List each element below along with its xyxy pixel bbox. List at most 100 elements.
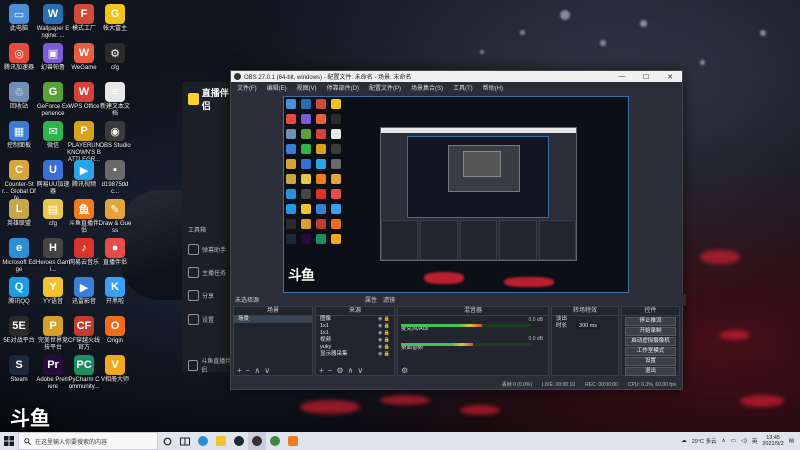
desktop-icon[interactable]: ▦ 控制面板 xyxy=(2,121,36,150)
desktop-icon[interactable]: 鱼斗鱼直播伴侣 xyxy=(67,199,101,235)
desktop-icon[interactable]: V V相册大师 xyxy=(98,355,132,384)
transition-duration[interactable]: 时长 300 ms xyxy=(552,323,618,330)
desktop-icon[interactable]: ▭ 此电脑 xyxy=(2,4,36,33)
menu-help[interactable]: 帮助(H) xyxy=(483,83,503,92)
desktop-icon[interactable]: PC PyCharm Community... xyxy=(67,355,101,391)
desktop-icon[interactable]: ✉ 微信 xyxy=(36,121,70,150)
weather-text[interactable]: 29°C 多云 xyxy=(692,437,717,445)
desktop-icon[interactable]: G 帐大富主 xyxy=(98,4,132,33)
remove-scene-button[interactable]: − xyxy=(246,366,251,375)
task-view-button[interactable] xyxy=(176,432,194,450)
close-button[interactable]: ✕ xyxy=(658,73,682,81)
mixer-channel-desktop[interactable]: 桌面音频 0.0 dB xyxy=(401,336,545,354)
desktop-icon[interactable]: e Microsoft Edge xyxy=(2,238,36,274)
menu-view[interactable]: 视图(V) xyxy=(297,83,317,92)
visibility-lock-icons[interactable]: ◉ 🔒 xyxy=(378,337,390,344)
source-item[interactable]: 1x1 ◉ 🔒 xyxy=(316,323,394,330)
desktop-icon[interactable]: PPLAYERUNKNOWN'S BATTLEGR... xyxy=(67,121,101,164)
desktop-icon[interactable]: K 开黑啦 xyxy=(98,277,132,306)
menu-profile[interactable]: 配置文件(P) xyxy=(369,83,401,92)
sources-dock[interactable]: 来源 图像 ◉ 🔒 1x1 ◉ 🔒 1x1 ◉ 🔒 视频 ◉ 🔒 yuky ◉ 🔒 显示器采集 ◉ 🔒… xyxy=(315,306,395,376)
maximize-button[interactable]: ☐ xyxy=(634,73,658,81)
source-item[interactable]: 1x1 ◉ 🔒 xyxy=(316,330,394,337)
visibility-lock-icons[interactable]: ◉ 🔒 xyxy=(378,351,390,358)
scenes-dock[interactable]: 场景 场景 + − ∧ ∨ xyxy=(233,306,313,376)
taskbar-search[interactable]: 在这里输入你要搜索的内容 xyxy=(18,432,158,450)
mixer-dock[interactable]: 混音器 麦克风/Aux 0.0 dB 桌面音频 0.0 dB ⚙ xyxy=(397,306,549,376)
desktop-icon[interactable]: ♪ 网易云音乐 xyxy=(67,238,101,267)
minimize-button[interactable]: — xyxy=(610,73,634,81)
control-button[interactable]: 退出 xyxy=(625,367,676,376)
desktop-icon[interactable]: P 完美世界竞技平台 xyxy=(36,316,70,352)
visibility-lock-icons[interactable]: ◉ 🔒 xyxy=(378,323,390,330)
add-scene-button[interactable]: + xyxy=(237,366,242,375)
controls-dock[interactable]: 控件 停止推流 开始录制 启动虚拟摄像机 工作室模式 设置 退出 xyxy=(621,306,680,376)
visibility-lock-icons[interactable]: ◉ 🔒 xyxy=(378,316,390,323)
control-button[interactable]: 停止推流 xyxy=(625,317,676,326)
move-up-button[interactable]: ∧ xyxy=(254,366,260,375)
transition-type[interactable]: 淡出 xyxy=(552,316,618,323)
start-button[interactable] xyxy=(0,432,18,450)
desktop-icon[interactable]: CF CF穿越火线官方 xyxy=(67,316,101,352)
visibility-lock-icons[interactable]: ◉ 🔒 xyxy=(378,330,390,337)
menu-edit[interactable]: 编辑(E) xyxy=(267,83,287,92)
desktop-icon[interactable]: G GeForce Experience xyxy=(36,82,70,118)
obs-preview[interactable]: 斗鱼 xyxy=(283,96,629,293)
desktop-icon[interactable]: Pr Adobe Premiere xyxy=(36,355,70,391)
move-down-button[interactable]: ∨ xyxy=(264,366,270,375)
companion-item-settings[interactable]: 设置 xyxy=(182,314,220,325)
remove-source-button[interactable]: − xyxy=(328,366,333,375)
source-item[interactable]: 视频 ◉ 🔒 xyxy=(316,337,394,344)
desktop-icon[interactable]: S Steam xyxy=(2,355,36,384)
transitions-dock[interactable]: 转场特效 淡出 时长 300 ms xyxy=(551,306,619,376)
desktop-icon[interactable]: ✎ Draw & Guess xyxy=(98,199,132,235)
mixer-channel-mic[interactable]: 麦克风/Aux 0.0 dB xyxy=(401,317,545,335)
visibility-lock-icons[interactable]: ◉ 🔒 xyxy=(378,344,390,351)
companion-item-task[interactable]: 主播任务 xyxy=(182,267,232,278)
desktop-icon[interactable]: 5E 5E对战平台 xyxy=(2,316,36,345)
source-settings-button[interactable]: ⚙ xyxy=(336,366,343,375)
clock[interactable]: 13:45 2021/9/2 xyxy=(762,435,783,447)
source-item[interactable]: 图像 ◉ 🔒 xyxy=(316,316,394,323)
taskbar-obs[interactable] xyxy=(248,432,266,450)
desktop-icon[interactable]: W WeGame xyxy=(67,43,101,72)
menu-docks[interactable]: 停靠部件(D) xyxy=(327,83,359,92)
taskbar-steam[interactable] xyxy=(230,432,248,450)
add-source-button[interactable]: + xyxy=(319,366,324,375)
control-button[interactable]: 开始录制 xyxy=(625,327,676,336)
control-button[interactable]: 设置 xyxy=(625,357,676,366)
desktop-icon[interactable]: W Wallpaper Engine: ... xyxy=(36,4,70,40)
desktop-icon[interactable]: U 网易UU加速器 xyxy=(36,160,70,196)
control-button[interactable]: 工作室模式 xyxy=(625,347,676,356)
desktop-icon[interactable]: ♲ 回收站 xyxy=(2,82,36,111)
properties-button[interactable]: 属性 xyxy=(365,295,377,304)
mixer-settings-icon[interactable]: ⚙ xyxy=(401,366,408,375)
desktop-icon[interactable]: Q 腾讯QQ xyxy=(2,277,36,306)
desktop-icon[interactable]: L 英雄联盟 xyxy=(2,199,36,228)
obs-titlebar[interactable]: OBS 27.0.1 (64-bit, windows) - 配置文件: 未命名… xyxy=(231,71,682,82)
ime-icon[interactable]: 英 xyxy=(752,437,758,445)
taskbar-chrome[interactable] xyxy=(266,432,284,450)
network-icon[interactable]: ▭ xyxy=(731,438,736,444)
source-item[interactable]: yuky ◉ 🔒 xyxy=(316,344,394,351)
desktop-icon[interactable]: ▪ d19875ddc... xyxy=(98,160,132,196)
desktop-icon[interactable]: ▣ 幻兽帕鲁 xyxy=(36,43,70,72)
desktop-icon[interactable]: ⚙ cfg xyxy=(98,43,132,72)
cortana-button[interactable] xyxy=(158,432,176,450)
desktop-icon[interactable]: ▤ cfg xyxy=(36,199,70,228)
desktop-icon[interactable]: H Heroes Gami... xyxy=(36,238,70,274)
filters-button[interactable]: 滤镜 xyxy=(383,295,395,304)
companion-item-danmu[interactable]: 弹幕助手 xyxy=(182,244,232,255)
desktop-icon[interactable]: ● 直播伴侣 xyxy=(98,238,132,267)
desktop-icon[interactable]: W WPS Office xyxy=(67,82,101,111)
menu-file[interactable]: 文件(F) xyxy=(237,83,257,92)
taskbar-douyu[interactable] xyxy=(284,432,302,450)
menu-scene-collection[interactable]: 场景集合(S) xyxy=(411,83,443,92)
desktop-icon[interactable]: ▶ 腾讯视频 xyxy=(67,160,101,189)
volume-icon[interactable]: ◁) xyxy=(741,438,747,444)
menu-tools[interactable]: 工具(T) xyxy=(453,83,473,92)
move-down-button[interactable]: ∨ xyxy=(357,366,363,375)
obs-window[interactable]: OBS 27.0.1 (64-bit, windows) - 配置文件: 未命名… xyxy=(230,70,686,390)
desktop-icon[interactable]: ▶ 迅雷影音 xyxy=(67,277,101,306)
desktop-icon[interactable]: ◎ 腾讯加速器 xyxy=(2,43,36,72)
